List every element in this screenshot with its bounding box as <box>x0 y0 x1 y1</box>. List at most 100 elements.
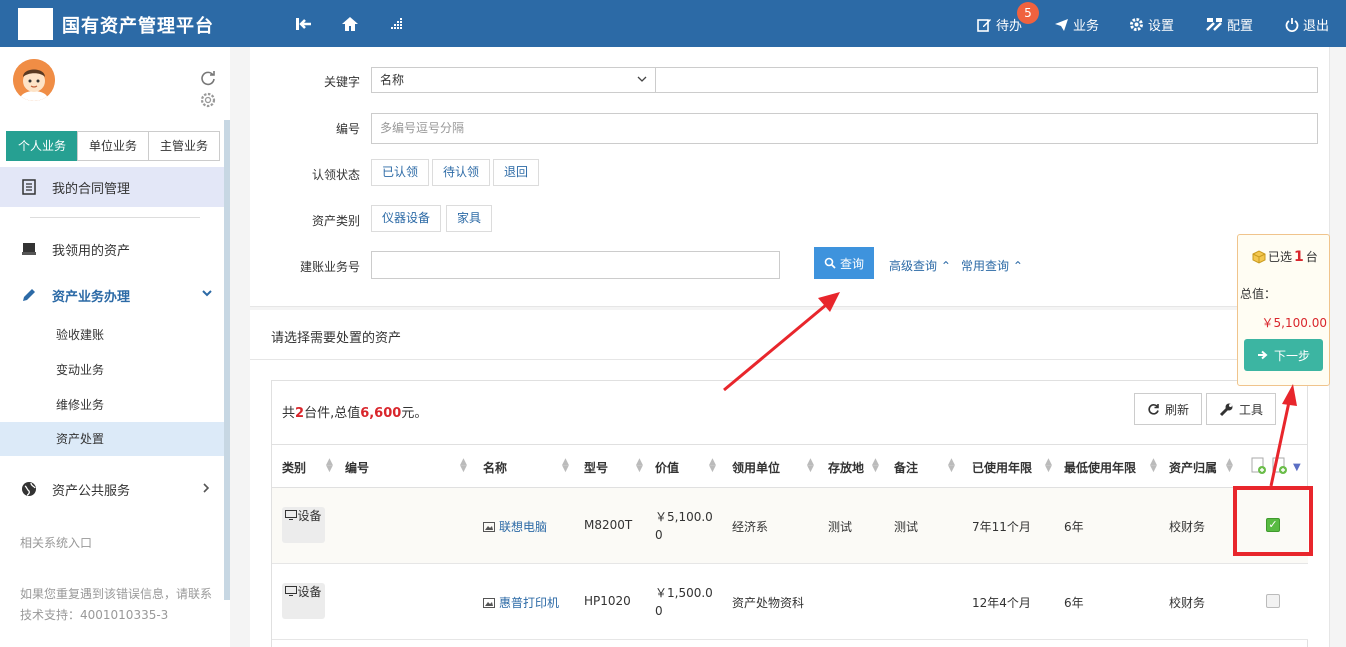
column-header[interactable]: 已使用年限 <box>972 459 1032 476</box>
business-menu[interactable]: 业务 <box>1054 15 1099 34</box>
sidebar-scrollbar[interactable] <box>224 120 230 600</box>
table-row[interactable]: 设备 惠普打印机 HP1020 ￥1,500.00 资产处物资科 12年4个月 … <box>272 564 1308 640</box>
tab-supervisor[interactable]: 主管业务 <box>148 131 221 161</box>
sidebar-item-label: 我的合同管理 <box>52 181 131 197</box>
model-cell: HP1020 <box>584 594 631 608</box>
column-header[interactable]: 存放地 <box>828 459 864 476</box>
status-returned-button[interactable]: 退回 <box>493 159 540 186</box>
model-cell: M8200T <box>584 518 633 532</box>
column-header[interactable]: 最低使用年限 <box>1064 459 1136 476</box>
sidebar-item-contract[interactable]: 我的合同管理 <box>0 167 224 207</box>
tab-personal[interactable]: 个人业务 <box>6 131 79 161</box>
sort-icon[interactable]: ▲ ▼ <box>872 458 879 474</box>
refresh-icon[interactable] <box>199 69 219 89</box>
grid-icon[interactable] <box>386 13 406 35</box>
settings-menu[interactable]: 设置 <box>1129 15 1174 34</box>
asset-name: 联想电脑 <box>499 520 548 534</box>
status-pending-button[interactable]: 待认领 <box>432 159 491 186</box>
sort-icon[interactable]: ▲ ▼ <box>1045 458 1052 474</box>
sidebar-subitem-acceptance[interactable]: 验收建账 <box>0 326 224 343</box>
advanced-query-link[interactable]: 高级查询 ⌃ <box>889 257 951 274</box>
logo <box>18 8 53 40</box>
column-header[interactable]: 型号 <box>584 459 608 476</box>
table-row[interactable]: 设备 联想电脑 M8200T ￥5,100.00 经济系 测试 测试 7年11个… <box>272 488 1308 564</box>
column-header[interactable]: 名称 <box>483 459 507 476</box>
sidebar-subitem-disposal[interactable]: 资产处置 <box>0 422 224 456</box>
row-select-checkbox[interactable] <box>1266 594 1280 608</box>
sidebar-subitem-repair[interactable]: 维修业务 <box>0 396 224 413</box>
advanced-query-label: 高级查询 <box>889 259 938 273</box>
category-instrument-button[interactable]: 仪器设备 <box>371 205 442 232</box>
asset-table: 共2台件,总值6,600元。 刷新 工具 类别 ▲ ▼ 编号 ▲ ▼ 名称 ▲ ▼ 型… <box>271 380 1308 647</box>
list-title: 请选择需要处置的资产 <box>271 331 402 346</box>
sidebar-item-public-service[interactable]: 资产公共服务 <box>0 477 224 501</box>
selection-summary-card: 已选 1 台 总值： ￥5,100.00 下一步 <box>1237 234 1330 386</box>
chevron-right-icon <box>202 482 210 497</box>
home-icon[interactable] <box>340 13 360 35</box>
sidebar-item-my-assets[interactable]: 我领用的资产 <box>0 237 224 261</box>
status-label: 认领状态 <box>311 168 360 182</box>
sort-icon[interactable]: ▲ ▼ <box>948 458 955 474</box>
column-header[interactable]: 资产归属 <box>1169 459 1217 476</box>
sort-icon[interactable]: ▲ ▼ <box>460 458 467 474</box>
config-menu[interactable]: 配置 <box>1205 15 1253 34</box>
type-label: 设备 <box>297 509 322 523</box>
image-icon <box>483 521 495 532</box>
sort-icon[interactable]: ▲ ▼ <box>1150 458 1157 474</box>
sort-icon[interactable]: ▲ ▼ <box>1226 458 1233 474</box>
keyword-field-select[interactable]: 名称 <box>371 67 656 93</box>
category-label: 资产类别 <box>311 214 360 228</box>
chevron-double-up-icon: ⌃ <box>940 259 951 273</box>
keyword-label: 关键字 <box>323 75 360 89</box>
logout-menu[interactable]: 退出 <box>1285 15 1329 34</box>
status-claimed-button[interactable]: 已认领 <box>371 159 430 186</box>
refresh-button[interactable]: 刷新 <box>1134 393 1203 425</box>
sort-icon[interactable]: ▲ ▼ <box>709 458 716 474</box>
refresh-button-label: 刷新 <box>1165 402 1190 417</box>
sort-icon[interactable]: ▲ ▼ <box>636 458 643 474</box>
account-number-input[interactable] <box>371 251 780 279</box>
asset-name-link[interactable]: 惠普打印机 <box>483 594 559 611</box>
page-scrollbar[interactable] <box>1329 47 1346 647</box>
column-header[interactable]: 领用单位 <box>732 459 780 476</box>
gear-icon <box>1130 18 1143 31</box>
category-furniture-button[interactable]: 家具 <box>446 205 493 232</box>
summary-total: 6,600 <box>360 406 402 421</box>
sidebar-item-asset-business[interactable]: 资产业务办理 <box>0 283 224 307</box>
gear-icon[interactable] <box>199 91 219 111</box>
sidebar-subitem-change[interactable]: 变动业务 <box>0 361 224 378</box>
avatar[interactable] <box>13 59 55 101</box>
number-textarea[interactable]: 多编号逗号分隔 <box>371 113 1318 144</box>
next-step-button[interactable]: 下一步 <box>1244 339 1323 371</box>
globe-icon <box>20 480 38 498</box>
tools-button[interactable]: 工具 <box>1206 393 1277 425</box>
table-header: 类别 ▲ ▼ 编号 ▲ ▼ 名称 ▲ ▼ 型号 ▲ ▼ 价值 ▲ ▼ 领用单位 ▲ ▼ 存放… <box>272 444 1308 488</box>
add-row-icon[interactable] <box>1251 457 1267 478</box>
business-label: 业务 <box>1073 19 1100 34</box>
column-header[interactable]: 价值 <box>655 459 679 476</box>
caret-down-icon[interactable]: ▼ <box>1293 462 1301 473</box>
arrow-right-icon <box>1257 350 1268 360</box>
column-header[interactable]: 备注 <box>894 459 918 476</box>
sort-icon[interactable]: ▲ ▼ <box>562 458 569 474</box>
asset-name-link[interactable]: 联想电脑 <box>483 518 547 535</box>
owner-cell: 校财务 <box>1169 596 1206 610</box>
tab-unit[interactable]: 单位业务 <box>77 131 150 161</box>
settings-label: 设置 <box>1148 19 1175 34</box>
keyword-input[interactable] <box>655 67 1318 93</box>
add-row-icon[interactable] <box>1272 457 1288 478</box>
column-header[interactable]: 类别 <box>282 459 306 476</box>
todo-menu[interactable]: 待办 <box>977 15 1022 34</box>
common-query-link[interactable]: 常用查询 ⌃ <box>961 257 1023 274</box>
selection-count: 1 <box>1294 248 1304 265</box>
sort-icon[interactable]: ▲ ▼ <box>807 458 814 474</box>
summary-count: 2 <box>295 406 305 421</box>
chevron-double-up-icon: ⌃ <box>1012 259 1023 273</box>
image-icon <box>483 597 495 608</box>
collapse-sidebar-icon[interactable] <box>294 13 314 35</box>
used-years-cell: 7年11个月 <box>972 520 1031 534</box>
related-systems-entry[interactable]: 相关系统入口 <box>20 533 215 554</box>
column-header[interactable]: 编号 <box>345 459 369 476</box>
query-button[interactable]: 查询 <box>814 247 874 279</box>
sort-icon[interactable]: ▲ ▼ <box>326 458 333 474</box>
